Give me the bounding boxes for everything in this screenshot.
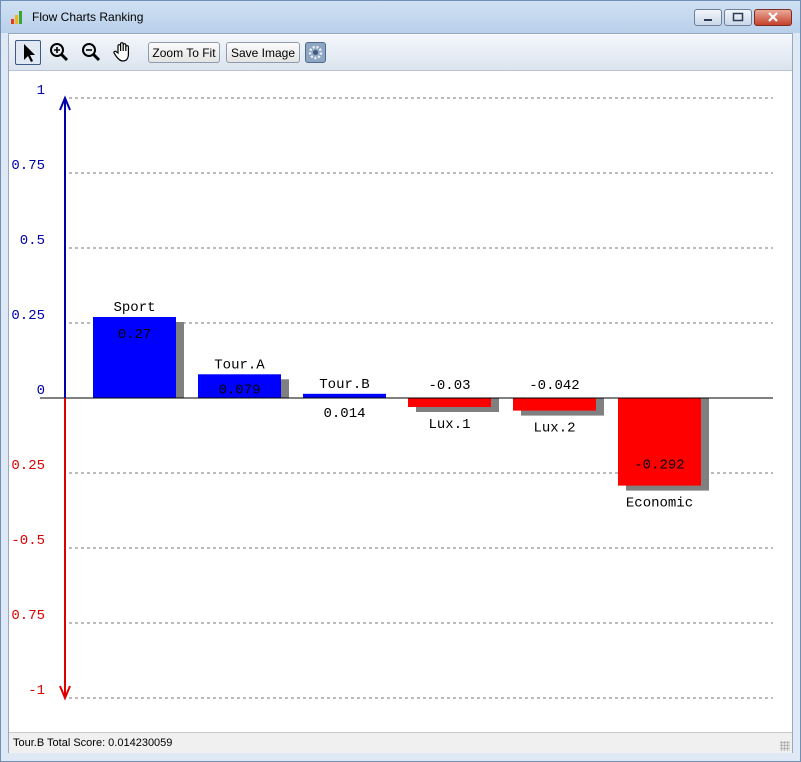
zoom-in-icon — [50, 43, 69, 62]
maximize-icon — [732, 12, 744, 22]
category-label: Tour.A — [214, 357, 265, 373]
category-label: Lux.2 — [533, 421, 575, 437]
minimize-icon — [704, 19, 712, 21]
client-area: Zoom To Fit Save Image 1 0.75 0.5 0.25 0 -0.2… — [8, 33, 793, 753]
y-tick-label: -0.5 — [11, 533, 45, 549]
app-chart-icon — [11, 10, 27, 24]
y-tick-label: 0 — [37, 383, 45, 399]
maximize-button[interactable] — [724, 9, 752, 26]
category-label: Tour.B — [319, 377, 369, 393]
zoom-out-icon — [82, 43, 101, 62]
close-icon — [768, 12, 778, 22]
value-label: 0.079 — [218, 382, 260, 398]
status-text: Tour.B Total Score: 0.014230059 — [13, 737, 173, 749]
y-tick-label: 1 — [37, 83, 45, 99]
save-image-button[interactable]: Save Image — [226, 42, 300, 63]
value-label: -0.03 — [428, 378, 470, 394]
settings-button[interactable] — [305, 42, 326, 63]
value-label: 0.27 — [118, 327, 152, 343]
value-label: -0.292 — [634, 458, 684, 474]
y-tick-label: 0.25 — [11, 308, 45, 324]
zoom-to-fit-button[interactable]: Zoom To Fit — [148, 42, 220, 63]
y-tick-label: -1 — [28, 683, 45, 699]
y-tick-label: -0.25 — [9, 458, 45, 474]
y-tick-label: -0.75 — [9, 608, 45, 624]
y-tick-label: 0.75 — [11, 158, 45, 174]
category-label: Sport — [113, 300, 155, 316]
app-window: Flow Charts Ranking Zoom To Fit Save Ima… — [0, 0, 801, 762]
pointer-tool[interactable] — [15, 40, 41, 65]
y-tick-label: 0.5 — [20, 233, 45, 249]
toolbar: Zoom To Fit Save Image — [9, 34, 792, 71]
close-button[interactable] — [754, 9, 792, 26]
pointer-icon — [24, 44, 35, 62]
zoom-in-tool[interactable] — [47, 40, 73, 65]
bar-chart: 1 0.75 0.5 0.25 0 -0.25 -0.5 -0.75 -1 Sport 0.27 To… — [9, 83, 773, 701]
category-label: Lux.1 — [428, 417, 470, 433]
bar — [408, 398, 491, 407]
window-title: Flow Charts Ranking — [32, 10, 144, 24]
zoom-out-tool[interactable] — [79, 40, 105, 65]
gear-icon — [308, 45, 323, 60]
title-bar[interactable]: Flow Charts Ranking — [1, 1, 800, 33]
minimize-button[interactable] — [694, 9, 722, 26]
status-bar: Tour.B Total Score: 0.014230059 — [9, 732, 792, 753]
pan-tool[interactable] — [111, 40, 137, 65]
value-label: -0.042 — [529, 378, 579, 394]
value-label: 0.014 — [323, 406, 365, 422]
pan-hand-icon — [113, 42, 129, 62]
bar — [513, 398, 596, 411]
category-label: Economic — [626, 496, 693, 512]
bar — [303, 393, 386, 398]
resize-grip[interactable] — [780, 741, 790, 751]
